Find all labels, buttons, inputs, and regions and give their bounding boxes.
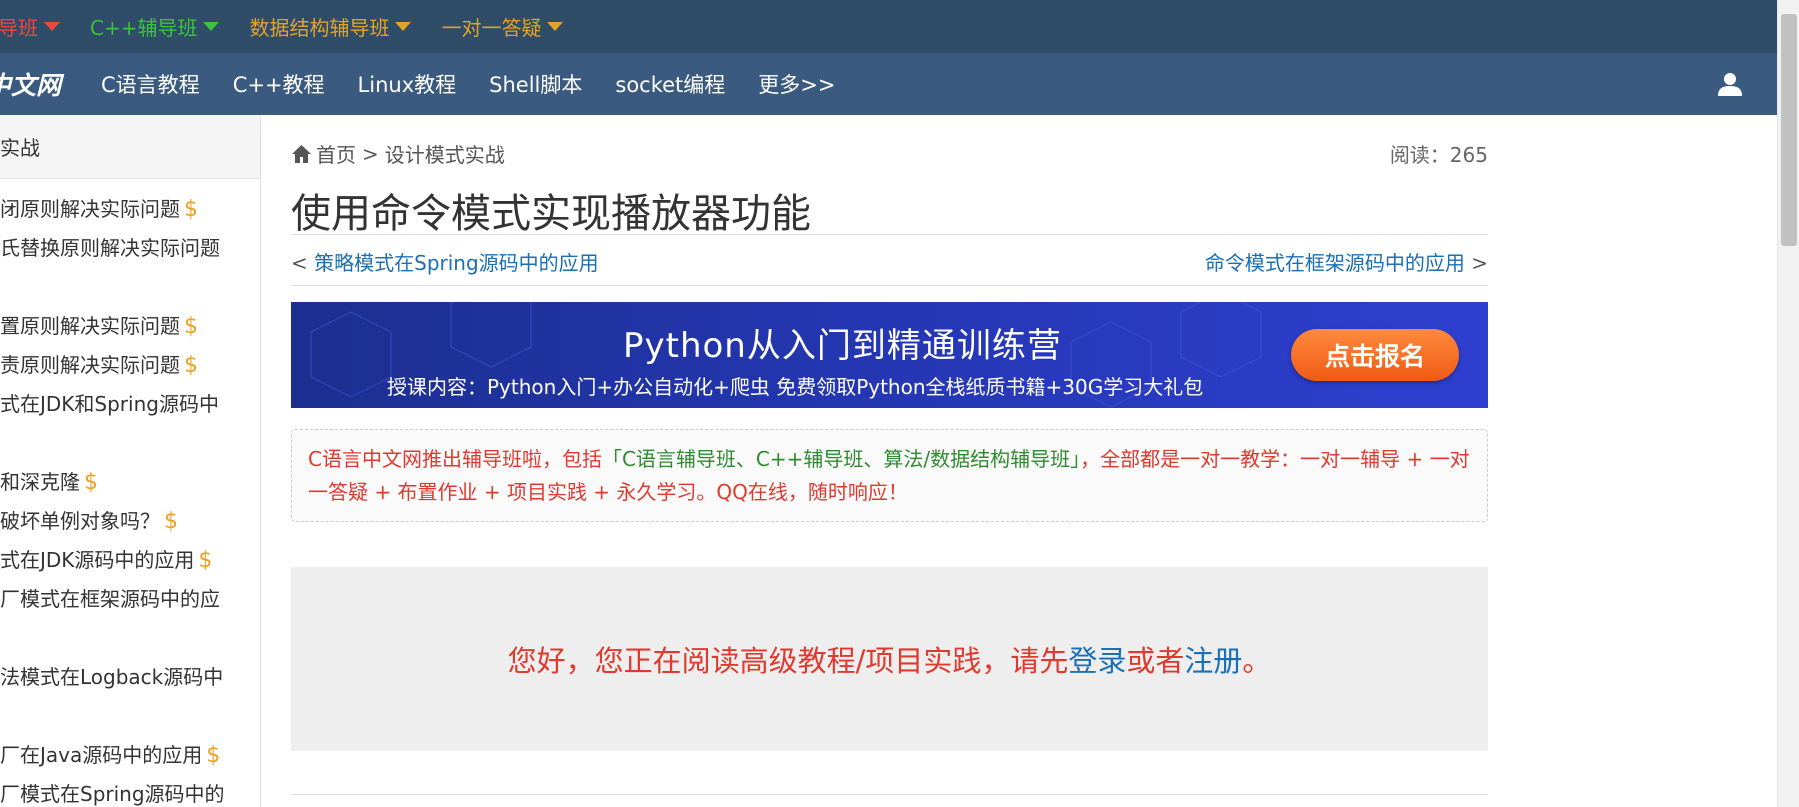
sidebar-item[interactable]: 式在JDK和Spring源码中 [0, 388, 223, 417]
main-nav: 中文网 C语言教程 C++教程 Linux教程 Shell脚本 socket编程… [0, 53, 1777, 115]
login-link[interactable]: 登录 [1068, 638, 1126, 680]
sidebar-item[interactable]: 厂在Java源码中的应用 $ [0, 739, 220, 768]
sidebar-item[interactable]: 式在JDK源码中的应用 $ [0, 544, 212, 573]
sidebar-item[interactable]: 厂模式在框架源码中的应 [0, 583, 224, 612]
promo-item-tutoring[interactable]: 导班 [0, 12, 60, 41]
next-article: 命令模式在框架源码中的应用 > [1205, 247, 1488, 276]
sidebar-item-label: 法模式在Logback源码中 [0, 665, 224, 689]
page-title: 使用命令模式实现播放器功能 [291, 191, 811, 237]
promo-item-label: 导班 [0, 16, 38, 40]
login-prompt-or: 或者 [1126, 644, 1185, 678]
promo-item-qa[interactable]: 一对一答疑 [441, 12, 564, 41]
promo-item-label: C++辅导班 [90, 16, 198, 40]
sidebar-item-label: 式在JDK和Spring源码中 [0, 392, 219, 416]
user-icon[interactable] [1717, 71, 1743, 97]
prev-marker: < [291, 251, 308, 275]
breadcrumb-home[interactable]: 首页 [316, 139, 356, 168]
dollar-icon: $ [184, 353, 198, 378]
dollar-icon: $ [184, 314, 198, 339]
banner-subtitle: 授课内容：Python入门+办公自动化+爬虫 免费领取Python全栈纸质书籍+… [387, 375, 1204, 399]
register-link[interactable]: 注册 [1184, 638, 1242, 680]
sidebar-item[interactable]: 厂模式在Spring源码中的 [0, 778, 229, 807]
next-marker: > [1471, 251, 1488, 275]
ad-banner[interactable]: Python从入门到精通训练营 授课内容：Python入门+办公自动化+爬虫 免… [291, 302, 1488, 408]
chevron-down-icon [395, 22, 412, 31]
read-count: 阅读：265 [1389, 143, 1488, 167]
sidebar-item-label: 厂模式在框架源码中的应 [0, 587, 220, 611]
dollar-icon: $ [206, 743, 221, 768]
promo-item-datastruct[interactable]: 数据结构辅导班 [249, 12, 412, 41]
breadcrumb-separator: > [362, 141, 379, 166]
sidebar-item-label: 和深克隆 [0, 470, 80, 494]
sidebar-item-label: 厂在Java源码中的应用 [0, 743, 203, 767]
sidebar-item-label: 破坏单例对象吗？ [0, 509, 160, 533]
login-prompt-text: 您好，您正在阅读高级教程/项目实践，请先 [507, 644, 1069, 678]
prev-article-link[interactable]: 策略模式在Spring源码中的应用 [314, 251, 599, 275]
promo-item-label: 数据结构辅导班 [249, 16, 390, 40]
login-prompt-end: 。 [1242, 644, 1272, 678]
divider [291, 234, 1488, 235]
divider [291, 794, 1488, 795]
sidebar: 实战 闭原则解决实际问题 $ 氏替换原则解决实际问题 置原则解决实际问题 $ 责原则… [0, 115, 261, 807]
next-article-link[interactable]: 命令模式在框架源码中的应用 [1205, 251, 1465, 275]
divider [291, 285, 1488, 286]
chevron-down-icon [44, 22, 60, 31]
sidebar-item-label: 责原则解决实际问题 [0, 353, 180, 377]
sidebar-item[interactable]: 责原则解决实际问题 $ [0, 349, 198, 378]
dollar-icon: $ [84, 470, 98, 495]
page-scrollbar[interactable] [1777, 0, 1799, 807]
sidebar-header-label: 实战 [0, 136, 40, 160]
sidebar-header: 实战 [0, 115, 260, 179]
breadcrumb-section[interactable]: 设计模式实战 [385, 139, 505, 168]
login-prompt: 您好，您正在阅读高级教程/项目实践，请先 登录 或者 注册。 [291, 567, 1488, 751]
banner-title: Python从入门到精通训练营 [623, 326, 1062, 366]
sidebar-item[interactable]: 置原则解决实际问题 $ [0, 310, 198, 339]
prev-article: < 策略模式在Spring源码中的应用 [291, 247, 599, 276]
banner-signup-button[interactable]: 点击报名 [1291, 329, 1459, 381]
chevron-down-icon [547, 22, 564, 31]
sidebar-item-label: 氏替换原则解决实际问题 [0, 236, 220, 260]
sidebar-item-label: 置原则解决实际问题 [0, 314, 180, 338]
nav-link-socket[interactable]: socket编程 [615, 69, 725, 99]
notice-highlight: 「C语言辅导班、C++辅导班、算法/数据结构辅导班」 [601, 447, 1081, 471]
promo-item-cpp[interactable]: C++辅导班 [90, 12, 220, 41]
sidebar-item[interactable]: 法模式在Logback源码中 [0, 661, 227, 690]
notice-text: C语言中文网推出辅导班啦，包括 [308, 447, 602, 471]
sidebar-item[interactable]: 破坏单例对象吗？ $ [0, 505, 178, 534]
sidebar-item-label: 闭原则解决实际问题 [0, 197, 180, 221]
sidebar-item[interactable]: 闭原则解决实际问题 $ [0, 193, 198, 222]
nav-link-c[interactable]: C语言教程 [101, 69, 200, 99]
site-logo[interactable]: 中文网 [0, 66, 61, 102]
sidebar-item[interactable]: 和深克隆 $ [0, 466, 98, 495]
promo-bar: 导班 C++辅导班 数据结构辅导班 一对一答疑 [0, 0, 1777, 53]
scrollbar-thumb[interactable] [1781, 14, 1797, 246]
dollar-icon: $ [198, 548, 213, 573]
home-icon [292, 144, 311, 163]
sidebar-item-label: 厂模式在Spring源码中的 [0, 782, 225, 806]
sidebar-item[interactable]: 氏替换原则解决实际问题 [0, 232, 224, 261]
nav-link-linux[interactable]: Linux教程 [358, 69, 457, 99]
sidebar-item-label: 式在JDK源码中的应用 [0, 548, 195, 572]
tutoring-notice: C语言中文网推出辅导班啦，包括「C语言辅导班、C++辅导班、算法/数据结构辅导班… [291, 429, 1488, 522]
promo-item-label: 一对一答疑 [441, 16, 542, 40]
nav-link-cpp[interactable]: C++教程 [233, 69, 325, 99]
breadcrumb: 首页 > 设计模式实战 [291, 139, 505, 168]
chevron-down-icon [203, 22, 220, 31]
nav-link-shell[interactable]: Shell脚本 [489, 69, 582, 99]
dollar-icon: $ [164, 509, 178, 534]
dollar-icon: $ [184, 197, 198, 222]
nav-link-more[interactable]: 更多>> [758, 69, 835, 99]
